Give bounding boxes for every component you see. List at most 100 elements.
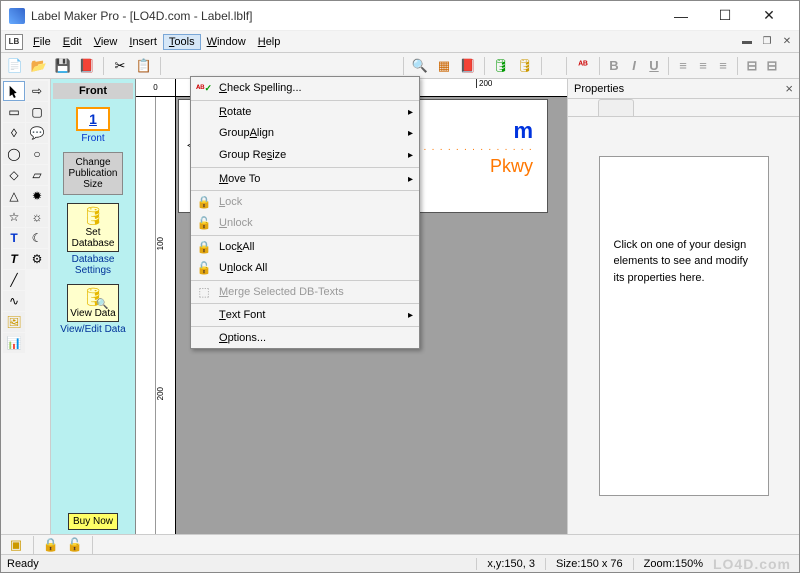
- separator: [403, 57, 404, 75]
- unlock-toolbar-icon[interactable]: 🔓: [66, 537, 84, 553]
- triangle-tool[interactable]: △: [3, 186, 25, 206]
- status-zoom: Zoom:150%: [633, 558, 713, 570]
- app-icon: [9, 8, 25, 24]
- italic-button[interactable]: I: [626, 58, 642, 73]
- submenu-arrow-icon: ▸: [408, 128, 413, 139]
- merge-icon: ⬚: [195, 285, 213, 299]
- circle-tool[interactable]: ○: [26, 144, 48, 164]
- mdi-controls: ▬ ❐ ✕: [739, 35, 795, 49]
- submenu-arrow-icon: ▸: [408, 174, 413, 185]
- separator: [566, 57, 567, 75]
- outdent-icon[interactable]: ⊟: [764, 58, 780, 74]
- arrow-tool[interactable]: ⇨: [26, 81, 48, 101]
- menu-help[interactable]: Help: [252, 34, 287, 50]
- open-icon[interactable]: 📂: [29, 56, 49, 76]
- window-title: Label Maker Pro - [LO4D.com - Label.lblf…: [31, 9, 659, 23]
- statusbar: Ready x,y:150, 3 Size:150 x 76 Zoom:150%…: [1, 554, 799, 572]
- moon-tool[interactable]: ☾: [26, 228, 48, 248]
- change-size-button[interactable]: Change Publication Size: [63, 152, 123, 195]
- menu-insert[interactable]: Insert: [123, 34, 163, 50]
- image-tool[interactable]: 🖼: [3, 312, 25, 332]
- pointer-tool[interactable]: [3, 81, 25, 101]
- buy-now-button[interactable]: Buy Now: [68, 513, 118, 530]
- menu-window[interactable]: Window: [201, 34, 252, 50]
- mdi-close[interactable]: ✕: [779, 35, 795, 49]
- properties-tab[interactable]: [598, 99, 634, 116]
- spellcheck-icon[interactable]: ᴬᴮ: [573, 56, 593, 76]
- close-button[interactable]: ✕: [747, 2, 791, 30]
- menu-tools[interactable]: Tools: [163, 34, 201, 50]
- menu-lock-all[interactable]: 🔒Lock All: [191, 235, 419, 257]
- save-icon[interactable]: 💾: [53, 56, 73, 76]
- ruler-vertical: 100 200: [156, 97, 176, 534]
- cut-icon[interactable]: ✂: [110, 56, 130, 76]
- status-size: Size:150 x 76: [545, 558, 633, 570]
- indent-icon[interactable]: ⊟: [744, 58, 760, 74]
- db-view-icon[interactable]: 🛢: [515, 56, 535, 76]
- line-tool[interactable]: ╱: [3, 270, 25, 290]
- pdf-icon[interactable]: 📕: [77, 56, 97, 76]
- menu-check-spelling[interactable]: ᴬᴮ✓Check Spelling...: [191, 77, 419, 99]
- roundrect-tool[interactable]: ▢: [26, 102, 48, 122]
- ruler-tick-v2: 200: [156, 387, 165, 400]
- menu-rotate[interactable]: Rotate▸: [191, 100, 419, 122]
- align-left-icon[interactable]: ≡: [675, 58, 691, 73]
- text2-tool[interactable]: T: [3, 249, 25, 269]
- diamond-tool[interactable]: ◇: [3, 165, 25, 185]
- underline-button[interactable]: U: [646, 58, 662, 73]
- ellipse-tool[interactable]: ◯: [3, 144, 25, 164]
- lock-icon: 🔒: [195, 195, 213, 209]
- menu-unlock-all[interactable]: 🔓Unlock All: [191, 257, 419, 279]
- ruler-tick-v: 100: [156, 237, 165, 250]
- maximize-button[interactable]: ☐: [703, 2, 747, 30]
- copy-icon[interactable]: 📋: [134, 56, 154, 76]
- book-icon[interactable]: 📕: [458, 56, 478, 76]
- menu-options[interactable]: Options...: [191, 326, 419, 348]
- align-center-icon[interactable]: ≡: [695, 58, 711, 73]
- side-header: Front: [53, 83, 133, 99]
- text-tool[interactable]: T: [3, 228, 25, 248]
- db-icon[interactable]: 🛢: [491, 56, 511, 76]
- separator: [599, 57, 600, 75]
- layer-icon[interactable]: ▣: [7, 537, 25, 553]
- separator: [92, 536, 93, 554]
- chart-tool[interactable]: 📊: [3, 333, 25, 353]
- menu-edit[interactable]: Edit: [57, 34, 88, 50]
- bold-button[interactable]: B: [606, 58, 622, 73]
- zoom-icon[interactable]: 🔍: [410, 56, 430, 76]
- menu-file[interactable]: File: [27, 34, 57, 50]
- rect-tool[interactable]: ▭: [3, 102, 25, 122]
- star-tool[interactable]: ☆: [3, 207, 25, 227]
- menu-group-align[interactable]: Group Align▸: [191, 122, 419, 144]
- set-database-button[interactable]: 🛢 Set Database: [67, 203, 119, 252]
- view-data-label: View Data: [70, 308, 115, 319]
- front-page-button[interactable]: 1: [76, 107, 110, 131]
- separator: [737, 57, 738, 75]
- menu-move-to[interactable]: Move To▸: [191, 167, 419, 189]
- callout-tool[interactable]: ◊: [3, 123, 25, 143]
- lock-toolbar-icon[interactable]: 🔒: [42, 537, 60, 553]
- new-icon[interactable]: 📄: [5, 56, 25, 76]
- unlock-all-icon: 🔓: [195, 261, 213, 275]
- minimize-button[interactable]: —: [659, 2, 703, 30]
- mdi-minimize[interactable]: ▬: [739, 35, 755, 49]
- grid-icon[interactable]: ▦: [434, 56, 454, 76]
- burst-tool[interactable]: ✹: [26, 186, 48, 206]
- menu-group-resize[interactable]: Group Resize▸: [191, 144, 419, 166]
- curve-tool[interactable]: ∿: [3, 291, 25, 311]
- parallelogram-tool[interactable]: ▱: [26, 165, 48, 185]
- sun-tool[interactable]: ☼: [26, 207, 48, 227]
- canvas-text-2[interactable]: Pkwy: [490, 156, 533, 177]
- menu-text-font[interactable]: Text Font▸: [191, 303, 419, 325]
- canvas-text-1[interactable]: m: [513, 118, 533, 144]
- menu-view[interactable]: View: [88, 34, 124, 50]
- side-panel: Front 1 Front Change Publication Size 🛢 …: [51, 79, 136, 534]
- mdi-restore[interactable]: ❐: [759, 35, 775, 49]
- properties-close-icon[interactable]: ×: [785, 81, 793, 96]
- separator: [103, 57, 104, 75]
- speech-tool[interactable]: 💬: [26, 123, 48, 143]
- properties-title: Properties: [574, 83, 624, 95]
- gear-tool[interactable]: ⚙: [26, 249, 48, 269]
- view-data-button[interactable]: 🛢🔍 View Data: [67, 284, 119, 322]
- align-right-icon[interactable]: ≡: [715, 58, 731, 73]
